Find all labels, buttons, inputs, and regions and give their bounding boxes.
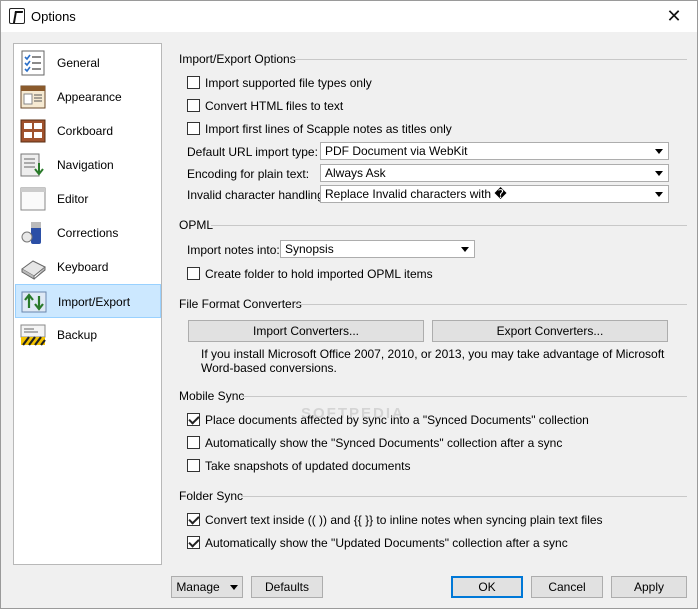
chevron-down-icon	[655, 192, 663, 197]
sidebar-item-label: Corrections	[57, 226, 119, 240]
section-divider	[211, 225, 687, 226]
auto-show-updated-checkbox[interactable]	[187, 536, 200, 549]
category-sidebar: General Appearance Corkboard Navigation …	[13, 43, 162, 565]
sidebar-item-label: Backup	[57, 328, 98, 342]
encoding-select[interactable]: Always Ask	[320, 164, 669, 182]
import-into-select[interactable]: Synopsis	[280, 240, 475, 258]
sidebar-item-backup[interactable]: Backup	[15, 318, 161, 352]
mobile-sync-heading: Mobile Sync	[179, 389, 245, 403]
encoding-label: Encoding for plain text:	[187, 167, 310, 181]
default-url-label: Default URL import type:	[187, 145, 318, 159]
sidebar-item-appearance[interactable]: Appearance	[15, 80, 161, 114]
converters-info-text: If you install Microsoft Office 2007, 20…	[201, 347, 665, 375]
converters-heading: File Format Converters	[179, 297, 302, 311]
folder-sync-heading: Folder Sync	[179, 489, 244, 503]
convert-html-label: Convert HTML files to text	[205, 99, 344, 113]
invalid-char-label: Invalid character handling:	[187, 188, 328, 202]
import-into-value: Synopsis	[285, 242, 334, 256]
auto-show-synced-checkbox[interactable]	[187, 436, 200, 449]
import-supported-checkbox[interactable]	[187, 76, 200, 89]
options-window: Options ✕ General Appearance Corkboard N…	[0, 0, 698, 609]
encoding-value: Always Ask	[325, 166, 386, 180]
section-divider	[291, 59, 687, 60]
import-supported-label: Import supported file types only	[205, 76, 372, 90]
title-bar: Options ✕	[1, 1, 697, 32]
keyboard-icon	[21, 260, 46, 280]
default-url-select[interactable]: PDF Document via WebKit	[320, 142, 669, 160]
import-export-icon	[21, 291, 47, 313]
place-documents-checkbox[interactable]	[187, 413, 200, 426]
apply-button[interactable]: Apply	[611, 576, 687, 598]
sidebar-item-label: Corkboard	[57, 124, 114, 138]
sidebar-item-label: Appearance	[57, 90, 122, 104]
window-title: Options	[31, 9, 76, 24]
corrections-icon	[21, 222, 41, 244]
backup-icon	[20, 324, 46, 346]
opml-heading: OPML	[179, 218, 214, 232]
auto-show-updated-label: Automatically show the "Updated Document…	[205, 536, 568, 550]
sidebar-item-label: Editor	[57, 192, 89, 206]
invalid-char-select[interactable]: Replace Invalid characters with �	[320, 185, 669, 203]
convert-text-label: Convert text inside (( )) and {{ }} to i…	[205, 513, 603, 527]
import-export-options-heading: Import/Export Options	[179, 52, 296, 66]
auto-show-synced-label: Automatically show the "Synced Documents…	[205, 436, 563, 450]
defaults-button[interactable]: Defaults	[251, 576, 323, 598]
default-url-value: PDF Document via WebKit	[325, 144, 468, 158]
sidebar-item-corkboard[interactable]: Corkboard	[15, 114, 161, 148]
chevron-down-icon	[461, 247, 469, 252]
chevron-down-icon	[655, 149, 663, 154]
sidebar-item-general[interactable]: General	[15, 46, 161, 80]
corkboard-icon	[20, 119, 46, 143]
snapshots-label: Take snapshots of updated documents	[205, 459, 411, 473]
close-icon[interactable]: ✕	[663, 5, 685, 27]
sidebar-item-label: Import/Export	[58, 295, 131, 309]
ok-button[interactable]: OK	[451, 576, 523, 598]
import-first-lines-label: Import first lines of Scapple notes as t…	[205, 122, 452, 136]
invalid-char-value: Replace Invalid characters with �	[325, 187, 507, 201]
chevron-down-icon	[229, 585, 238, 591]
section-divider	[295, 304, 687, 305]
cancel-button[interactable]: Cancel	[531, 576, 603, 598]
sidebar-item-import-export[interactable]: Import/Export	[15, 284, 161, 318]
place-documents-label: Place documents affected by sync into a …	[205, 413, 589, 427]
editor-icon	[20, 187, 46, 211]
sidebar-item-label: Navigation	[57, 158, 114, 172]
manage-button[interactable]: Manage	[171, 576, 243, 598]
section-divider	[241, 396, 687, 397]
sidebar-item-editor[interactable]: Editor	[15, 182, 161, 216]
snapshots-checkbox[interactable]	[187, 459, 200, 472]
scrivener-app-icon	[9, 8, 25, 24]
convert-text-checkbox[interactable]	[187, 513, 200, 526]
appearance-icon	[20, 85, 46, 109]
sidebar-item-label: General	[57, 56, 100, 70]
sidebar-item-label: Keyboard	[57, 260, 109, 274]
sidebar-item-navigation[interactable]: Navigation	[15, 148, 161, 182]
section-divider	[241, 496, 687, 497]
export-converters-button[interactable]: Export Converters...	[432, 320, 668, 342]
sidebar-item-corrections[interactable]: Corrections	[15, 216, 161, 250]
navigation-icon	[20, 153, 44, 177]
import-first-lines-checkbox[interactable]	[187, 122, 200, 135]
chevron-down-icon	[655, 171, 663, 176]
import-into-label: Import notes into:	[187, 243, 280, 257]
general-list-icon	[21, 50, 45, 76]
create-folder-label: Create folder to hold imported OPML item…	[205, 267, 433, 281]
sidebar-item-keyboard[interactable]: Keyboard	[15, 250, 161, 284]
import-converters-button[interactable]: Import Converters...	[188, 320, 424, 342]
convert-html-checkbox[interactable]	[187, 99, 200, 112]
create-folder-checkbox[interactable]	[187, 267, 200, 280]
manage-button-label: Manage	[176, 580, 220, 594]
